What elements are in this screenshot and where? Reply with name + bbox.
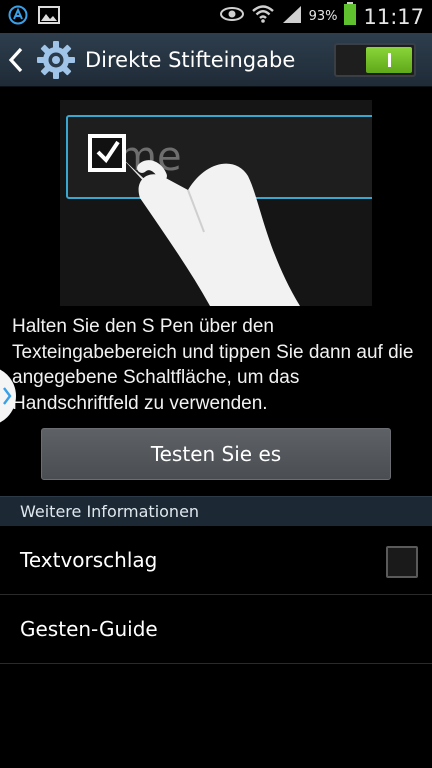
list-item-label: Gesten-Guide [20,617,158,641]
clock: 11:17 [363,4,424,29]
illustration-text: me [118,134,182,180]
list-item-textvorschlag[interactable]: Textvorschlag [0,527,432,595]
list-item-label: Textvorschlag [20,548,158,572]
try-it-button[interactable]: Testen Sie es [41,428,391,480]
description-text: Halten Sie den S Pen über den Texteingab… [12,316,414,414]
chevron-right-icon [3,387,12,405]
android-a-icon [8,5,28,30]
signal-icon [281,4,303,29]
image-icon [38,5,60,30]
eye-icon [219,5,245,28]
master-toggle-switch[interactable] [334,43,416,77]
textvorschlag-checkbox[interactable] [386,546,418,578]
back-icon[interactable] [8,47,24,73]
page-title: Direkte Stifteingabe [85,48,296,72]
section-header-label: Weitere Informationen [20,502,200,521]
battery-icon [343,2,357,31]
wifi-icon [251,4,275,29]
switch-knob [366,47,412,73]
list-item-gesten-guide[interactable]: Gesten-Guide [0,596,432,664]
section-header: Weitere Informationen [0,496,432,526]
action-bar: Direkte Stifteingabe [0,33,432,87]
settings-gear-icon [37,41,75,79]
spen-illustration: me [60,100,372,306]
battery-percent: 93% [308,9,338,24]
status-bar: 93% 11:17 [0,0,432,33]
